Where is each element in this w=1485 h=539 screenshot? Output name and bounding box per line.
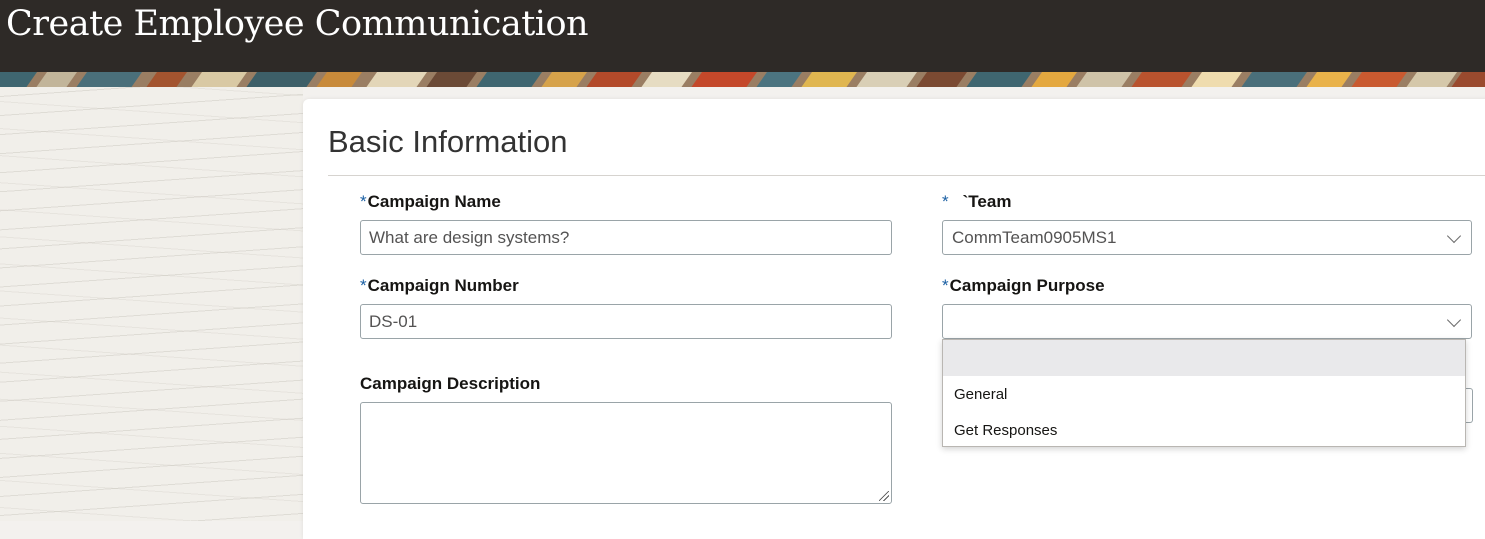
decorative-banner xyxy=(0,72,1485,87)
team-select[interactable]: CommTeam0905MS1 xyxy=(942,220,1472,255)
dropdown-option-blank[interactable] xyxy=(943,340,1465,376)
campaign-description-label: Campaign Description xyxy=(360,374,541,393)
team-label: * `Team xyxy=(942,192,1012,211)
campaign-name-label: *Campaign Name xyxy=(360,192,501,211)
campaign-purpose-label: *Campaign Purpose xyxy=(942,276,1105,295)
section-divider xyxy=(328,175,1485,176)
side-texture xyxy=(0,87,303,521)
chevron-down-icon[interactable] xyxy=(1446,312,1462,328)
page-header: Create Employee Communication xyxy=(0,0,1485,72)
campaign-number-label: *Campaign Number xyxy=(360,276,519,295)
campaign-description-textarea[interactable] xyxy=(360,402,892,504)
chevron-down-icon[interactable] xyxy=(1446,228,1462,244)
required-asterisk: * xyxy=(360,192,367,211)
page-title: Create Employee Communication xyxy=(6,4,589,44)
team-value: CommTeam0905MS1 xyxy=(952,228,1117,247)
required-asterisk: * xyxy=(360,276,367,295)
campaign-purpose-dropdown: General Get Responses xyxy=(942,339,1466,447)
resize-handle-icon[interactable] xyxy=(879,491,889,501)
section-title: Basic Information xyxy=(328,124,568,159)
required-asterisk: * xyxy=(942,276,949,295)
dropdown-option-general[interactable]: General xyxy=(943,376,1465,412)
campaign-purpose-select[interactable] xyxy=(942,304,1472,339)
campaign-number-input[interactable] xyxy=(360,304,892,339)
dropdown-option-get-responses[interactable]: Get Responses xyxy=(943,412,1465,448)
campaign-name-input[interactable] xyxy=(360,220,892,255)
required-asterisk: * xyxy=(942,192,949,211)
